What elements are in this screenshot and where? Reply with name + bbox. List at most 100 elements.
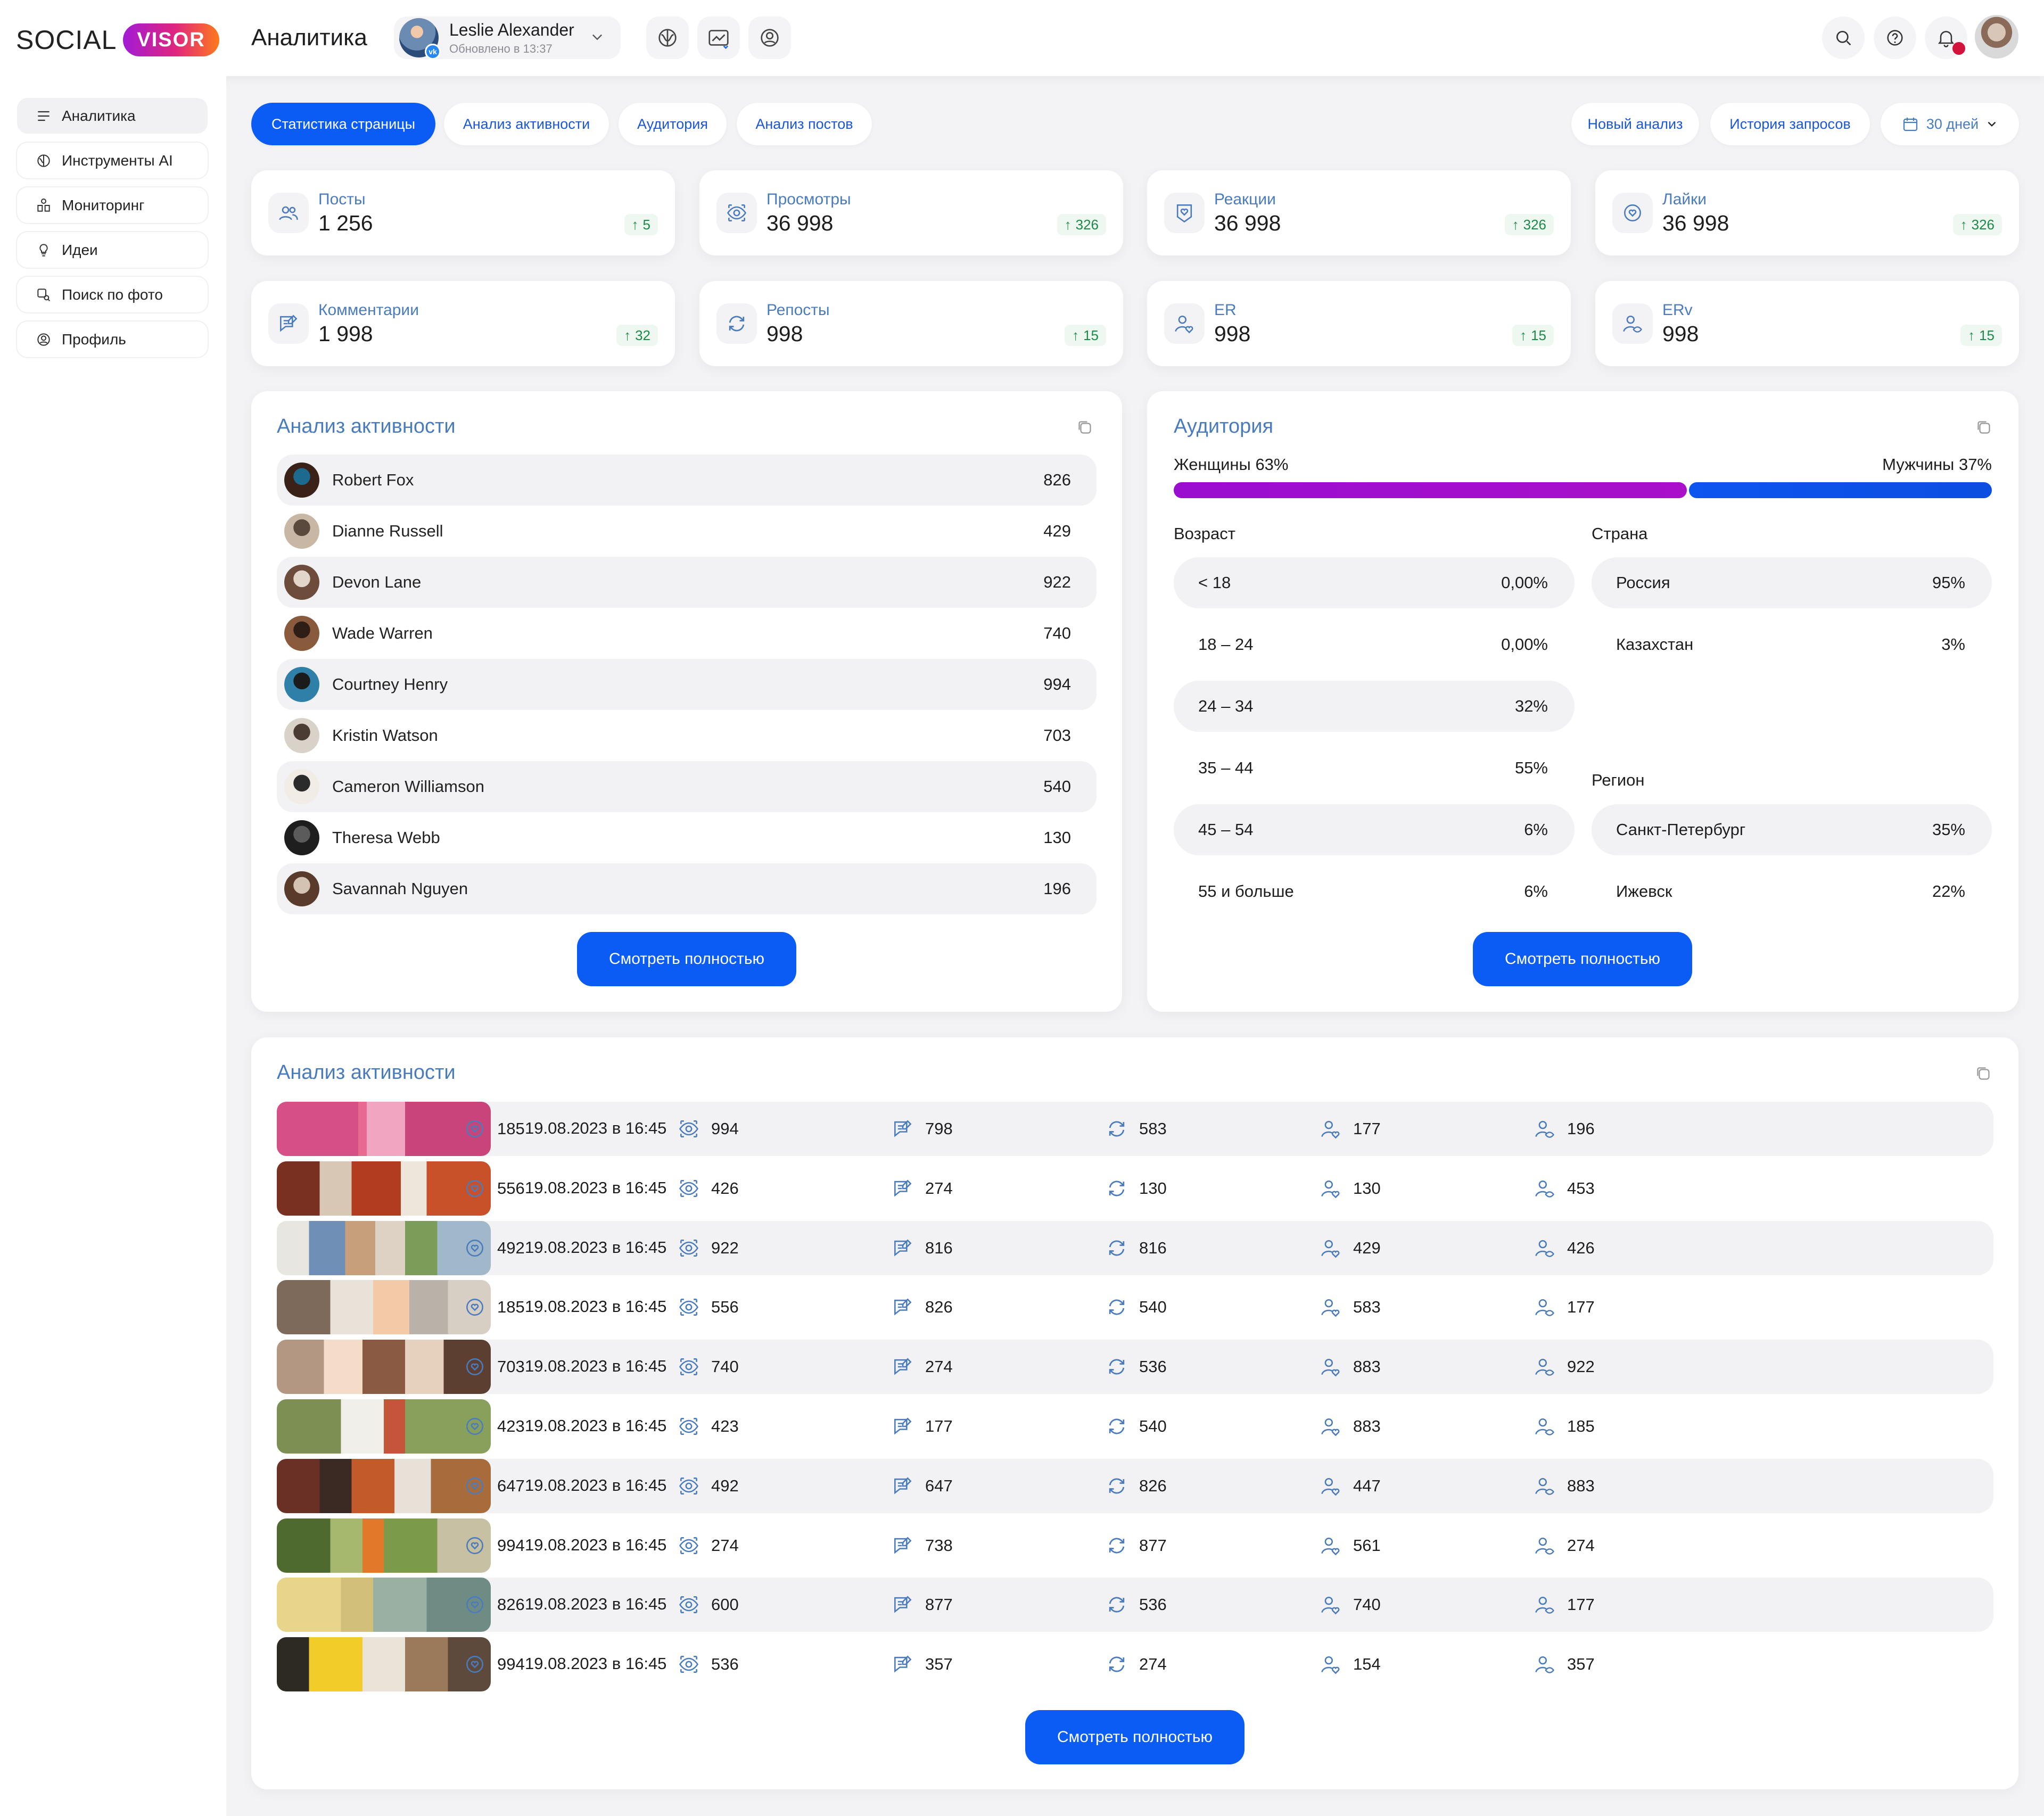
sidebar-item-label: Аналитика	[62, 107, 136, 124]
post-thumbnail[interactable]	[277, 1637, 491, 1692]
post-metric: 274	[1105, 1649, 1167, 1680]
post-metric: 536	[1105, 1589, 1167, 1620]
stat-card-8[interactable]: ERv 998 ↑ 15	[1595, 281, 2019, 366]
activity-list-item[interactable]: Savannah Nguyen 196	[277, 863, 1097, 914]
copy-icon[interactable]	[1974, 418, 1993, 437]
user-heart-icon	[1321, 1477, 1340, 1496]
activity-list-item[interactable]: Dianne Russell 429	[277, 506, 1097, 557]
tab-audience[interactable]: Аудитория	[619, 103, 727, 145]
stat-card-7[interactable]: ER 998 ↑ 15	[1147, 281, 1571, 366]
post-thumbnail[interactable]	[277, 1220, 491, 1275]
activity-list-item[interactable]: Theresa Webb 130	[277, 812, 1097, 863]
tab-page-stats[interactable]: Статистика страницы	[251, 103, 435, 145]
stat-card-4[interactable]: Лайки 36 998 ↑ 326	[1595, 170, 2019, 255]
activity-list-item[interactable]: Cameron Williamson 540	[277, 761, 1097, 812]
post-thumbnail[interactable]	[277, 1280, 491, 1335]
sidebar: Аналитика Инструменты AI Мониторинг Идеи…	[0, 76, 226, 1816]
post-metric-value: 357	[925, 1655, 953, 1674]
eye-icon	[679, 1596, 698, 1614]
country-row-value: 3%	[1941, 635, 1965, 654]
post-metric-value: 883	[1567, 1476, 1595, 1495]
avatar	[284, 718, 319, 753]
post-metric-value: 877	[1139, 1536, 1167, 1555]
stat-label: Комментарии	[318, 301, 419, 319]
activity-view-all-button[interactable]: Смотреть полностью	[577, 932, 796, 986]
post-metric-value: 583	[1353, 1298, 1381, 1317]
table-row[interactable]: 19.08.2023 в 16:45 994 536 357 274 154 357	[277, 1637, 1993, 1692]
activity-list-item[interactable]: Kristin Watson 703	[277, 710, 1097, 761]
post-thumbnail[interactable]	[277, 1161, 491, 1216]
copy-icon[interactable]	[1075, 418, 1094, 437]
activity-list-item[interactable]: Courtney Henry 994	[277, 659, 1097, 710]
stat-delta-value: 5	[642, 216, 650, 233]
logo[interactable]: SOCIAL VISOR	[16, 23, 219, 56]
stat-card-5[interactable]: Комментарии 1 998 ↑ 32	[251, 281, 675, 366]
history-button[interactable]: История запросов	[1710, 103, 1870, 145]
search-button[interactable]	[1822, 16, 1865, 59]
table-row[interactable]: 19.08.2023 в 16:45 994 274 738 877 561 274	[277, 1518, 1993, 1573]
audience-view-all-button[interactable]: Смотреть полностью	[1473, 932, 1692, 986]
sidebar-item-ideas[interactable]: Идеи	[17, 232, 208, 268]
sidebar-item-monitoring[interactable]: Мониторинг	[17, 187, 208, 223]
posts-view-all-button[interactable]: Смотреть полностью	[1025, 1710, 1244, 1764]
post-thumbnail[interactable]	[277, 1102, 491, 1156]
users-icon	[279, 206, 298, 220]
stat-card-2[interactable]: Просмотры 36 998 ↑ 326	[699, 170, 1123, 255]
activity-list-item[interactable]: Devon Lane 922	[277, 557, 1097, 608]
notifications-button[interactable]	[1925, 16, 1967, 59]
post-thumbnail[interactable]	[277, 1518, 491, 1573]
person-name: Kristin Watson	[332, 726, 438, 745]
sidebar-item-ai-tools[interactable]: Инструменты AI	[17, 143, 208, 178]
post-thumbnail[interactable]	[277, 1578, 491, 1632]
table-row[interactable]: 19.08.2023 в 16:45 185 994 798 583 177 196	[277, 1102, 1993, 1156]
period-select[interactable]: 30 дней	[1881, 103, 2019, 145]
monitoring-button[interactable]	[697, 16, 740, 59]
user-avatar[interactable]	[1975, 15, 2018, 59]
post-metric-value: 561	[1353, 1536, 1381, 1555]
stat-card-3[interactable]: Реакции 36 998 ↑ 326	[1147, 170, 1571, 255]
activity-list-item[interactable]: Wade Warren 740	[277, 608, 1097, 659]
copy-icon[interactable]	[1974, 1064, 1993, 1083]
sidebar-item-analytics[interactable]: Аналитика	[17, 98, 208, 134]
table-row[interactable]: 19.08.2023 в 16:45 423 423 177 540 883 185	[277, 1399, 1993, 1454]
repost-icon	[1109, 1181, 1125, 1196]
user-eye-icon	[1623, 315, 1642, 333]
post-metric: 274	[891, 1173, 953, 1204]
table-row[interactable]: 19.08.2023 в 16:45 703 740 274 536 883 922	[277, 1340, 1993, 1394]
account-selector[interactable]: vk Leslie Alexander Обновлено в 13:37	[394, 16, 621, 60]
activity-list-item[interactable]: Robert Fox 826	[277, 455, 1097, 506]
stat-card-6[interactable]: Репосты 998 ↑ 15	[699, 281, 1123, 366]
stat-icon-box	[268, 193, 309, 233]
stat-card-1[interactable]: Посты 1 256 ↑ 5	[251, 170, 675, 255]
post-thumbnail[interactable]	[277, 1458, 491, 1513]
stat-value: 998	[1662, 321, 1699, 346]
stat-delta-value: 326	[1075, 216, 1099, 233]
table-row[interactable]: 19.08.2023 в 16:45 492 922 816 816 429 426	[277, 1220, 1993, 1275]
user-heart-icon	[1321, 1418, 1340, 1437]
post-thumbnail[interactable]	[277, 1340, 491, 1394]
sidebar-item-photo-search[interactable]: Поиск по фото	[17, 277, 208, 312]
tab-activity[interactable]: Анализ активности	[444, 103, 609, 145]
post-metric-value: 357	[1567, 1655, 1595, 1674]
ai-tools-button[interactable]	[646, 16, 689, 59]
country-row: Казахстан 3%	[1592, 619, 1992, 670]
table-row[interactable]: 19.08.2023 в 16:45 647 492 647 826 447 883	[277, 1458, 1993, 1513]
help-button[interactable]	[1874, 16, 1916, 59]
table-row[interactable]: 19.08.2023 в 16:45 826 600 877 536 740 177	[277, 1578, 1993, 1632]
post-thumbnail[interactable]	[277, 1399, 491, 1454]
profile-settings-button[interactable]	[748, 16, 791, 59]
user-eye-icon	[1535, 1240, 1554, 1257]
tab-posts[interactable]: Анализ постов	[737, 103, 872, 145]
table-row[interactable]: 19.08.2023 в 16:45 185 556 826 540 583 177	[277, 1280, 1993, 1335]
stat-delta-badge: ↑ 326	[1057, 214, 1106, 235]
stat-delta-badge: ↑ 15	[1065, 325, 1106, 346]
sidebar-item-profile[interactable]: Профиль	[17, 321, 208, 357]
post-metric-value: 177	[1567, 1595, 1595, 1614]
table-row[interactable]: 19.08.2023 в 16:45 556 426 274 130 130 453	[277, 1161, 1993, 1216]
post-metric: 453	[1533, 1173, 1595, 1204]
eye-icon	[727, 204, 746, 221]
women-share-label: Женщины 63%	[1174, 455, 1289, 474]
post-metric-value: 994	[497, 1655, 525, 1674]
new-analysis-button[interactable]: Новый анализ	[1571, 103, 1699, 145]
stat-delta-badge: ↑ 326	[1952, 214, 2002, 235]
